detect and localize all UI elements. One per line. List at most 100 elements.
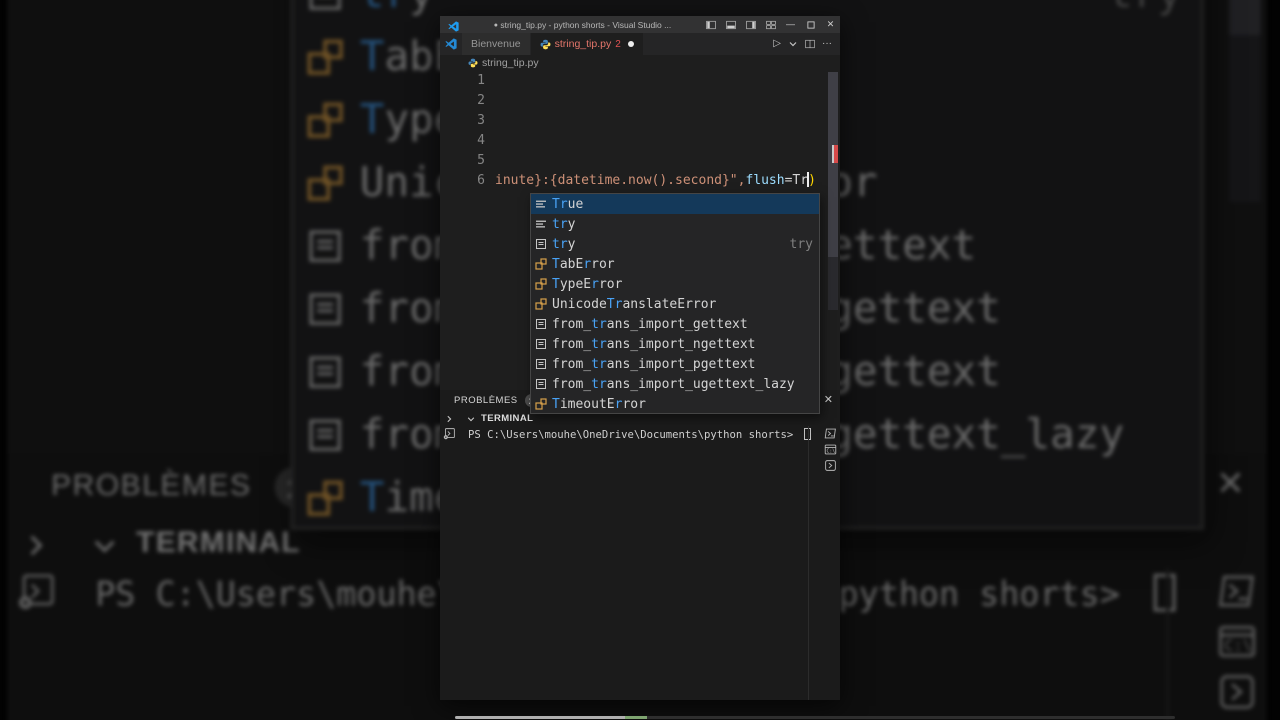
breadcrumb-file: string_tip.py	[482, 57, 539, 69]
editor-lines: 1 2 3 4 5 6 inute}:{datetime.now().second}",fl…	[440, 71, 840, 191]
bg-editor-scrollbar	[1229, 0, 1261, 203]
keyword-icon	[535, 218, 550, 230]
python-icon	[468, 58, 478, 68]
bg-run-terminal-icon	[1217, 671, 1258, 712]
vscode-window: ● string_tip.py - python shorts - Visual…	[440, 16, 840, 700]
class-icon	[535, 258, 550, 270]
powershell-icon[interactable]	[824, 427, 837, 440]
bg-suggestion-label: try	[360, 0, 434, 18]
tabbar: Bienvenue string_tip.py 2 ▷ ···	[440, 33, 840, 55]
error-marker	[832, 145, 838, 163]
run-terminal-icon[interactable]	[824, 459, 837, 472]
suggestion-try[interactable]: try try	[531, 234, 819, 254]
bg-class-icon	[306, 38, 353, 76]
suggest-widget: True try try try TabError TypeError UnicodeTra…	[530, 193, 820, 414]
bg-terminal-divider	[1166, 567, 1170, 720]
suggestion-label: TabError	[552, 256, 615, 272]
editor-line[interactable]: 1	[440, 71, 840, 91]
line-number: 1	[477, 73, 485, 88]
editor-line[interactable]: 6 inute}:{datetime.now().second}",flush=T…	[440, 171, 840, 191]
scrollbar-thumb[interactable]	[828, 72, 838, 257]
editor-line[interactable]: 5	[440, 151, 840, 171]
bg-terminal-profile-list: C:\	[1217, 571, 1258, 713]
bg-class-icon	[306, 101, 353, 139]
bg-chevron-right-icon	[23, 531, 48, 556]
vscode-logo-icon	[448, 19, 459, 32]
video-progress-bar[interactable]	[455, 716, 1175, 719]
bg-class-icon	[306, 164, 353, 202]
close-icon[interactable]: ✕	[825, 19, 836, 30]
bg-panel-close-icon: ✕	[1215, 466, 1245, 505]
run-dropdown-chevron-icon[interactable]	[788, 39, 798, 49]
chevron-right-icon[interactable]	[445, 415, 453, 423]
suggestion-label: from_trans_import_pgettext	[552, 356, 756, 372]
bg-snippet-icon	[306, 416, 353, 454]
python-icon	[540, 39, 551, 49]
bg-class-icon	[306, 479, 353, 517]
editor-scrollbar[interactable]	[828, 72, 838, 310]
terminal[interactable]: PS C:\Users\mouhe\OneDrive\Documents\pyt…	[440, 426, 811, 700]
bg-terminal-launch-icon	[16, 571, 57, 612]
suggestion-try[interactable]: try	[531, 214, 819, 234]
suggestion-TypeError[interactable]: TypeError	[531, 274, 819, 294]
bg-cmd-icon: C:\	[1217, 621, 1258, 662]
layout-grid-icon[interactable]	[765, 19, 776, 30]
editor-line[interactable]: 2	[440, 91, 840, 111]
suggestion-TabError[interactable]: TabError	[531, 254, 819, 274]
bg-snippet-icon	[306, 0, 353, 13]
tab-string-tip[interactable]: string_tip.py 2	[530, 33, 643, 55]
maximize-icon[interactable]	[805, 19, 816, 30]
progress-marker[interactable]	[625, 716, 647, 719]
terminal-title[interactable]: TERMINAL	[481, 413, 533, 424]
editor-line[interactable]: 4	[440, 131, 840, 151]
layout-sidebar-left-icon[interactable]	[705, 19, 716, 30]
panel-close-icon[interactable]: ✕	[824, 393, 833, 406]
layout-panel-icon[interactable]	[725, 19, 736, 30]
chevron-down-icon[interactable]	[467, 415, 475, 423]
terminal-launch-icon[interactable]	[443, 427, 456, 440]
snippet-icon	[535, 378, 550, 390]
suggestion-detail: try	[789, 236, 813, 252]
class-icon	[535, 298, 550, 310]
suggestion-from_trans_import_ngettext[interactable]: from_trans_import_ngettext	[531, 334, 819, 354]
breadcrumb[interactable]: string_tip.py	[440, 55, 840, 71]
line-number: 6	[477, 173, 485, 188]
cmd-icon[interactable]: C:\	[824, 443, 837, 456]
suggestion-label: TimeoutError	[552, 396, 646, 412]
terminal-prompt: PS C:\Users\mouhe\OneDrive\Documents\pyt…	[468, 428, 811, 441]
svg-text:C:\: C:\	[826, 448, 835, 454]
suggestion-from_trans_import_gettext[interactable]: from_trans_import_gettext	[531, 314, 819, 334]
layout-sidebar-right-icon[interactable]	[745, 19, 756, 30]
tab-bienvenue[interactable]: Bienvenue	[462, 33, 531, 55]
progress-played	[455, 716, 625, 719]
tab-error-count: 2	[615, 38, 621, 50]
suggestion-True[interactable]: True	[531, 194, 819, 214]
bg-chevron-down-icon	[92, 531, 117, 556]
suggestion-UnicodeTranslateError[interactable]: UnicodeTranslateError	[531, 294, 819, 314]
bg-snippet-icon	[306, 290, 353, 328]
suggestion-TimeoutError[interactable]: TimeoutError	[531, 394, 819, 413]
terminal-profile-list: C:\	[824, 427, 837, 472]
more-actions-icon[interactable]: ···	[822, 39, 832, 49]
terminal-divider	[808, 426, 809, 700]
bg-terminal-title: TERMINAL	[136, 526, 301, 562]
run-button[interactable]: ▷	[773, 39, 781, 49]
panel-tab-problems[interactable]: PROBLÈMES	[454, 395, 518, 406]
suggestion-from_trans_import_pgettext[interactable]: from_trans_import_pgettext	[531, 354, 819, 374]
video-frame: ● string_tip.py - python shorts - Visual…	[0, 0, 1280, 720]
snippet-icon	[535, 318, 550, 330]
class-icon	[535, 398, 550, 410]
bg-terminal-cursor	[1152, 573, 1175, 612]
minimize-icon[interactable]: —	[785, 19, 796, 30]
svg-text:C:\: C:\	[1224, 636, 1252, 654]
vscode-logo-icon	[440, 33, 462, 55]
suggestion-label: from_trans_import_ugettext_lazy	[552, 376, 795, 392]
bg-panel-tab-output: SO	[374, 469, 421, 505]
split-editor-icon[interactable]	[805, 39, 815, 49]
editor-line[interactable]: 3	[440, 111, 840, 131]
bottom-panel: PROBLÈMES 2 SO ✕ TERMINAL PS C:\Users\mo…	[440, 390, 840, 700]
unsaved-dot-icon[interactable]	[627, 41, 634, 47]
titlebar[interactable]: ● string_tip.py - python shorts - Visual…	[440, 16, 840, 33]
line-number: 3	[477, 113, 485, 128]
suggestion-from_trans_import_ugettext_lazy[interactable]: from_trans_import_ugettext_lazy	[531, 374, 819, 394]
